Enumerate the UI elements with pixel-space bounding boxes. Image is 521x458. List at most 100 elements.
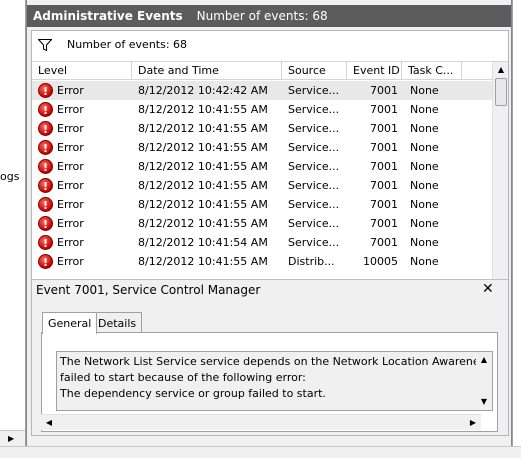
filter-bar: Number of events: 68 bbox=[32, 31, 508, 59]
events-panel: Number of events: 68 Level Date and Time… bbox=[31, 30, 509, 436]
event-id-cell: 7001 bbox=[370, 236, 398, 249]
table-row[interactable]: Error 8/12/2012 10:41:54 AM Service... 7001… bbox=[32, 233, 492, 253]
scroll-right-icon[interactable]: ▶ bbox=[8, 434, 14, 443]
level-cell: Error bbox=[57, 198, 84, 211]
main-pane: Administrative Events Number of events: 6… bbox=[26, 0, 512, 446]
table-row[interactable]: Error 8/12/2012 10:41:55 AM Service... 7001… bbox=[32, 138, 492, 158]
level-cell: Error bbox=[57, 160, 84, 173]
tab-general[interactable]: General bbox=[42, 312, 98, 334]
date-time-cell: 8/12/2012 10:41:55 AM bbox=[138, 179, 268, 192]
event-id-cell: 7001 bbox=[370, 84, 398, 97]
event-id-cell: 10005 bbox=[363, 255, 398, 268]
filter-icon[interactable] bbox=[38, 39, 52, 51]
table-row[interactable]: Error 8/12/2012 10:41:55 AM Service... 7001… bbox=[32, 100, 492, 120]
scroll-down-icon[interactable]: ▼ bbox=[476, 394, 492, 410]
source-cell: Service... bbox=[288, 141, 340, 154]
error-icon bbox=[38, 177, 53, 196]
level-cell: Error bbox=[57, 217, 84, 230]
source-cell: Service... bbox=[288, 84, 340, 97]
date-time-cell: 8/12/2012 10:41:54 AM bbox=[138, 236, 268, 249]
date-time-cell: 8/12/2012 10:41:55 AM bbox=[138, 122, 268, 135]
left-pane-label[interactable]: ogs bbox=[0, 170, 19, 183]
error-icon bbox=[38, 120, 53, 139]
level-cell: Error bbox=[57, 255, 84, 268]
view-event-count: Number of events: 68 bbox=[196, 9, 328, 23]
task-category-cell: None bbox=[410, 84, 439, 97]
date-time-cell: 8/12/2012 10:42:42 AM bbox=[138, 84, 268, 97]
date-time-cell: 8/12/2012 10:41:55 AM bbox=[138, 160, 268, 173]
scroll-right-icon[interactable]: ▶ bbox=[465, 415, 481, 431]
event-id-cell: 7001 bbox=[370, 160, 398, 173]
task-category-cell: None bbox=[410, 160, 439, 173]
table-row[interactable]: Error 8/12/2012 10:41:55 AM Service... 7001… bbox=[32, 214, 492, 234]
source-cell: Service... bbox=[288, 217, 340, 230]
table-row[interactable]: Error 8/12/2012 10:41:55 AM Distrib... 1000… bbox=[32, 252, 492, 272]
error-icon bbox=[38, 196, 53, 215]
date-time-cell: 8/12/2012 10:41:55 AM bbox=[138, 217, 268, 230]
event-description-text[interactable]: The Network List Service service depends… bbox=[56, 351, 493, 411]
source-cell: Service... bbox=[288, 160, 340, 173]
column-header-source[interactable]: Source bbox=[282, 62, 347, 80]
event-id-cell: 7001 bbox=[370, 179, 398, 192]
date-time-cell: 8/12/2012 10:41:55 AM bbox=[138, 198, 268, 211]
task-category-cell: None bbox=[410, 236, 439, 249]
error-icon bbox=[38, 101, 53, 120]
table-row[interactable]: Error 8/12/2012 10:42:42 AM Service... 7001… bbox=[32, 81, 492, 101]
table-row[interactable]: Error 8/12/2012 10:41:55 AM Service... 7001… bbox=[32, 157, 492, 177]
scroll-left-icon[interactable]: ◀ bbox=[41, 415, 57, 431]
source-cell: Service... bbox=[288, 236, 340, 249]
table-row[interactable]: Error 8/12/2012 10:41:55 AM Service... 7001… bbox=[32, 119, 492, 139]
left-navigation-pane: ogs ▶ bbox=[0, 0, 26, 458]
left-pane-horizontal-scrollbar[interactable]: ▶ bbox=[0, 430, 25, 446]
description-line: failed to start because of the following… bbox=[60, 371, 306, 384]
table-header: Level Date and Time Source Event ID Task… bbox=[32, 62, 492, 80]
event-id-cell: 7001 bbox=[370, 217, 398, 230]
column-header-task-category[interactable]: Task C... bbox=[402, 62, 462, 80]
task-category-cell: None bbox=[410, 122, 439, 135]
source-cell: Service... bbox=[288, 198, 340, 211]
error-icon bbox=[38, 234, 53, 253]
detail-horizontal-scrollbar[interactable]: ◀ ▶ bbox=[41, 414, 481, 430]
scroll-thumb[interactable] bbox=[495, 78, 507, 106]
event-detail-title: Event 7001, Service Control Manager bbox=[36, 283, 261, 297]
error-icon bbox=[38, 82, 53, 101]
source-cell: Distrib... bbox=[288, 255, 335, 268]
date-time-cell: 8/12/2012 10:41:55 AM bbox=[138, 141, 268, 154]
column-header-date-time[interactable]: Date and Time bbox=[132, 62, 282, 80]
event-id-cell: 7001 bbox=[370, 198, 398, 211]
close-icon[interactable]: ✕ bbox=[482, 281, 494, 297]
filter-event-count: Number of events: 68 bbox=[67, 38, 188, 51]
description-line: The Network List Service service depends… bbox=[60, 355, 493, 368]
scroll-up-icon[interactable]: ▲ bbox=[476, 352, 492, 368]
event-id-cell: 7001 bbox=[370, 122, 398, 135]
status-bar bbox=[0, 446, 521, 458]
task-category-cell: None bbox=[410, 103, 439, 116]
task-category-cell: None bbox=[410, 179, 439, 192]
source-cell: Service... bbox=[288, 103, 340, 116]
error-icon bbox=[38, 139, 53, 158]
task-category-cell: None bbox=[410, 141, 439, 154]
scroll-up-icon[interactable]: ▲ bbox=[493, 62, 509, 78]
source-cell: Service... bbox=[288, 122, 340, 135]
table-row[interactable]: Error 8/12/2012 10:41:55 AM Service... 7001… bbox=[32, 176, 492, 196]
view-title-bar: Administrative Events Number of events: 6… bbox=[27, 5, 511, 27]
level-cell: Error bbox=[57, 236, 84, 249]
task-category-cell: None bbox=[410, 198, 439, 211]
date-time-cell: 8/12/2012 10:41:55 AM bbox=[138, 103, 268, 116]
error-icon bbox=[38, 253, 53, 272]
actions-pane bbox=[512, 0, 521, 458]
view-title: Administrative Events bbox=[33, 9, 183, 23]
tab-details[interactable]: Details bbox=[92, 312, 143, 333]
events-table[interactable]: Level Date and Time Source Event ID Task… bbox=[32, 61, 508, 305]
source-cell: Service... bbox=[288, 179, 340, 192]
event-id-cell: 7001 bbox=[370, 141, 398, 154]
date-time-cell: 8/12/2012 10:41:55 AM bbox=[138, 255, 268, 268]
error-icon bbox=[38, 215, 53, 234]
table-row[interactable]: Error 8/12/2012 10:41:55 AM Service... 7001… bbox=[32, 195, 492, 215]
event-id-cell: 7001 bbox=[370, 103, 398, 116]
column-header-level[interactable]: Level bbox=[32, 62, 132, 80]
table-vertical-scrollbar[interactable]: ▲ ▼ bbox=[492, 62, 508, 305]
column-header-event-id[interactable]: Event ID bbox=[347, 62, 402, 80]
level-cell: Error bbox=[57, 179, 84, 192]
description-vertical-scrollbar[interactable]: ▲ ▼ bbox=[476, 352, 492, 410]
